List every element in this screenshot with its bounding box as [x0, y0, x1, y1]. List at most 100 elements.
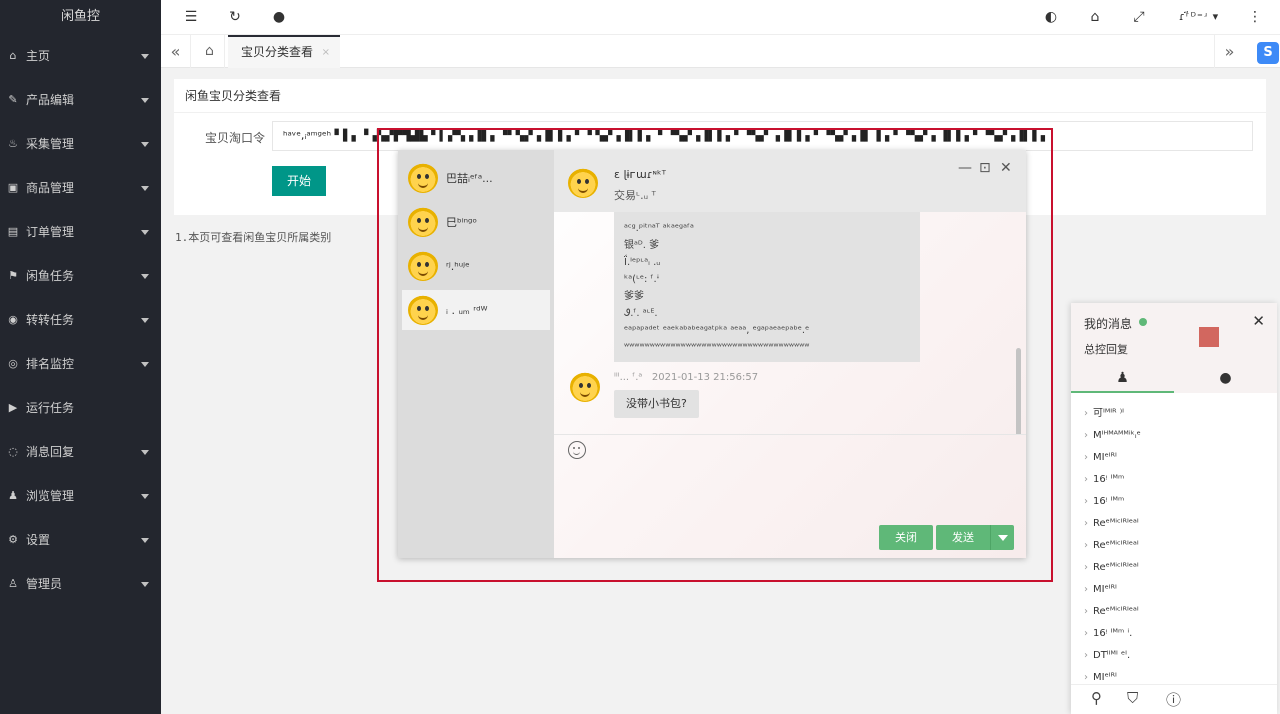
sidebar-item-home[interactable]: ⌂ 主页 [0, 34, 161, 78]
page-note: 1.本页可查看闲鱼宝贝所属类别 [175, 231, 332, 244]
list-item[interactable]: 16ᵎ ᴵᴹᵐ ⁱ. [1071, 623, 1277, 645]
avatar [570, 372, 600, 402]
sidebar-item-label: 浏览管理 [26, 489, 75, 503]
top-header: ☰ ↻ ● ◐ ⌂ ⤢ ɾʳ፟ᴰ⁼ʴ ▾ ⋮ [161, 0, 1280, 35]
caret-down-icon [141, 274, 149, 279]
sidebar-item-collect[interactable]: ♨ 采集管理 [0, 122, 161, 166]
chat-bubble-icon: ◌ [8, 445, 18, 458]
list-item[interactable]: DTᴵᴵᴹᴵ ᵉᴵ. [1071, 645, 1277, 667]
chat-main: ɛ ɭɨᴦɯɾᶰᵏᵀ 交易ᶫ.ᵤ ᵀ — ⊡ ✕ ᵃᶜᵍ.ᵖⁱᵗⁿᵃᵀ ᵃᵏᵃᵉ… [554, 150, 1026, 558]
message-line: ᵉᵃᵖᵃᵖᵃᵈᵉᵗ ᵉᵃᵉᵏᵃᵇᵃᵇᵉᵃᵍᵃᵗᵖᵏᵃ ᵃᵉᵃᵃ, ᵉᵍᵃᵖᵃᵉᵃ… [624, 325, 810, 336]
sidebar-item-xianyu-tasks[interactable]: ⚑ 闲鱼任务 [0, 254, 161, 298]
search-icon[interactable]: ⚲ [1091, 689, 1102, 707]
contact-name: ʳʲ.ʰᵘʲᵉ [446, 259, 470, 273]
user-icon: ♟ [1116, 370, 1129, 386]
sidebar-item-label: 转转任务 [26, 313, 75, 327]
sidebar-item-run-tasks[interactable]: ▶ 运行任务 [0, 386, 161, 430]
contact-item-active[interactable]: ᵢ . ᵤₘ ʳᵈᵂ [402, 290, 550, 330]
emoji-icon[interactable] [568, 441, 586, 459]
caret-down-icon [141, 450, 149, 455]
close-icon[interactable]: ✕ [1000, 160, 1012, 176]
order-icon: ▤ [7, 225, 19, 238]
maximize-icon[interactable]: ⊡ [979, 160, 991, 176]
user-menu[interactable]: ɾʳ፟ᴰ⁼ʴ ▾ [1179, 10, 1219, 24]
sidebar-item-label: 设置 [26, 533, 51, 547]
chat-window: 巴喆ᵢᵉᶠᵃ... 巳ᵇⁱⁿᵍᵒ ʳʲ.ʰᵘʲᵉ ᵢ . ᵤₘ ʳᵈᵂ ɛ ɭɨ… [398, 150, 1026, 558]
send-button[interactable]: 发送 [936, 525, 990, 550]
sidebar-item-browse[interactable]: ♟ 浏览管理 [0, 474, 161, 518]
info-icon[interactable]: ⓘ [1166, 689, 1181, 710]
message-line: ʷʷʷʷʷʷʷʷʷʷʷʷʷʷʷʷʷʷʷʷʷʷʷʷʷʷʷʷʷʷʷʷʷʷʷʷ [624, 342, 810, 353]
minimize-icon[interactable]: — [958, 160, 972, 176]
list-item[interactable]: Reᵉᴹⁱᶜᴵᴿᴵᵉᵃᴵ [1071, 601, 1277, 623]
tab-contacts[interactable]: ♟ [1071, 363, 1174, 393]
panel-subtitle: 总控回复 [1084, 343, 1128, 356]
taokouling-label: 宝贝淘口令 [205, 131, 266, 145]
more-vertical-icon[interactable]: ⋮ [1247, 9, 1263, 25]
browser-extension-icon[interactable]: S [1257, 42, 1279, 64]
menu-toggle-icon[interactable]: ☰ [183, 9, 199, 25]
sidebar-item-rank-monitor[interactable]: ◎ 排名监控 [0, 342, 161, 386]
sidebar-item-label: 排名监控 [26, 357, 75, 371]
tag-icon[interactable]: ⌂ [1087, 9, 1103, 25]
list-item[interactable]: Mᴵᴴᴹᴬᴹᴹⁱᵏᵢᵉ [1071, 425, 1277, 447]
close-icon[interactable]: ✕ [1252, 312, 1265, 330]
message-bubble: 没带小书包? [614, 390, 699, 418]
tab-chats[interactable]: ● [1174, 363, 1277, 393]
list-item[interactable]: 可ᴵᴹᴵᴿ ⁾ᴵ [1071, 403, 1277, 425]
caret-down-icon [141, 230, 149, 235]
message-line: ᵏᵃ(ᶫᵉ: ᶠ.ᶤ [624, 274, 660, 285]
contact-name: ᵢ . ᵤₘ ʳᵈᵂ [446, 303, 488, 317]
list-item[interactable]: Reᵉᴹⁱᶜᴵᴿᴵᵉᵃᴵ [1071, 513, 1277, 535]
list-item[interactable]: Reᵉᴹⁱᶜᴵᴿᴵᵉᵃᴵ [1071, 557, 1277, 579]
caret-down-icon [141, 54, 149, 59]
list-item[interactable]: 16ᵎ ᴵᴹᵐ [1071, 491, 1277, 513]
sidebar-item-label: 采集管理 [26, 137, 75, 151]
sidebar-item-admin[interactable]: ♙ 管理员 [0, 562, 161, 606]
sidebar-item-product-edit[interactable]: ✎ 产品编辑 [0, 78, 161, 122]
sidebar-item-orders[interactable]: ▤ 订单管理 [0, 210, 161, 254]
chat-icon: ● [1219, 370, 1232, 386]
list-item[interactable]: 16ᵎ ᴵᴹᵐ [1071, 469, 1277, 491]
sidebar-item-settings[interactable]: ⚙ 设置 [0, 518, 161, 562]
fullscreen-icon[interactable]: ⤢ [1131, 9, 1147, 25]
start-button[interactable]: 开始 [272, 166, 326, 196]
caret-down-icon [141, 582, 149, 587]
theme-icon[interactable]: ◐ [1043, 9, 1059, 25]
caret-down-icon [141, 98, 149, 103]
caret-down-icon [141, 494, 149, 499]
avatar [408, 207, 438, 237]
refresh-icon[interactable]: ↻ [227, 9, 243, 25]
contact-name: 巴喆ᵢᵉᶠᵃ... [446, 172, 493, 185]
home-tab-icon[interactable]: ⌂ [195, 35, 225, 68]
tabs-prev-icon[interactable]: « [161, 35, 191, 68]
caret-down-icon [141, 186, 149, 191]
scrollbar[interactable] [1016, 348, 1021, 434]
list-item[interactable]: Reᵉᴹⁱᶜᴵᴿᴵᵉᵃᴵ [1071, 535, 1277, 557]
message-sender: ᴵᴵᴵ... ᶠ.ᵃ [614, 372, 643, 383]
list-item[interactable]: MIᵉᴵᴿᴵ [1071, 579, 1277, 601]
close-button[interactable]: 关闭 [879, 525, 933, 550]
sidebar-item-label: 管理员 [26, 577, 63, 591]
avatar [408, 295, 438, 325]
sidebar-item-label: 闲鱼任务 [26, 269, 75, 283]
sidebar-item-goods[interactable]: ▣ 商品管理 [0, 166, 161, 210]
message-line: 银ᵃᴰ. 爹 [624, 240, 660, 251]
sidebar-item-zhuanzhuan-tasks[interactable]: ◉ 转转任务 [0, 298, 161, 342]
tab-product-category[interactable]: 宝贝分类查看 × [228, 35, 340, 68]
list-item[interactable]: MIᵉᴵᴿᴵ [1071, 447, 1277, 469]
app-brand: 闲鱼控 [60, 9, 100, 24]
home-icon: ⌂ [9, 49, 17, 62]
tabs-next-icon[interactable]: » [1214, 35, 1244, 68]
contact-item[interactable]: 巳ᵇⁱⁿᵍᵒ [402, 202, 550, 242]
send-options-icon[interactable] [990, 525, 1014, 550]
contact-item[interactable]: 巴喆ᵢᵉᶠᵃ... [402, 158, 550, 198]
message-icon[interactable]: ● [271, 9, 287, 25]
contact-item[interactable]: ʳʲ.ʰᵘʲᵉ [402, 246, 550, 286]
skin-icon[interactable]: ⛉ [1127, 689, 1138, 707]
sidebar-item-message-reply[interactable]: ◌ 消息回复 [0, 430, 161, 474]
tab-close-icon[interactable]: × [322, 37, 330, 68]
tabs-bar: « ⌂ 宝贝分类查看 × » [161, 35, 1280, 68]
tab-label: 宝贝分类查看 [241, 45, 314, 59]
panel-header: 我的消息 ✕ 总控回复 ♟ ● [1071, 303, 1277, 393]
